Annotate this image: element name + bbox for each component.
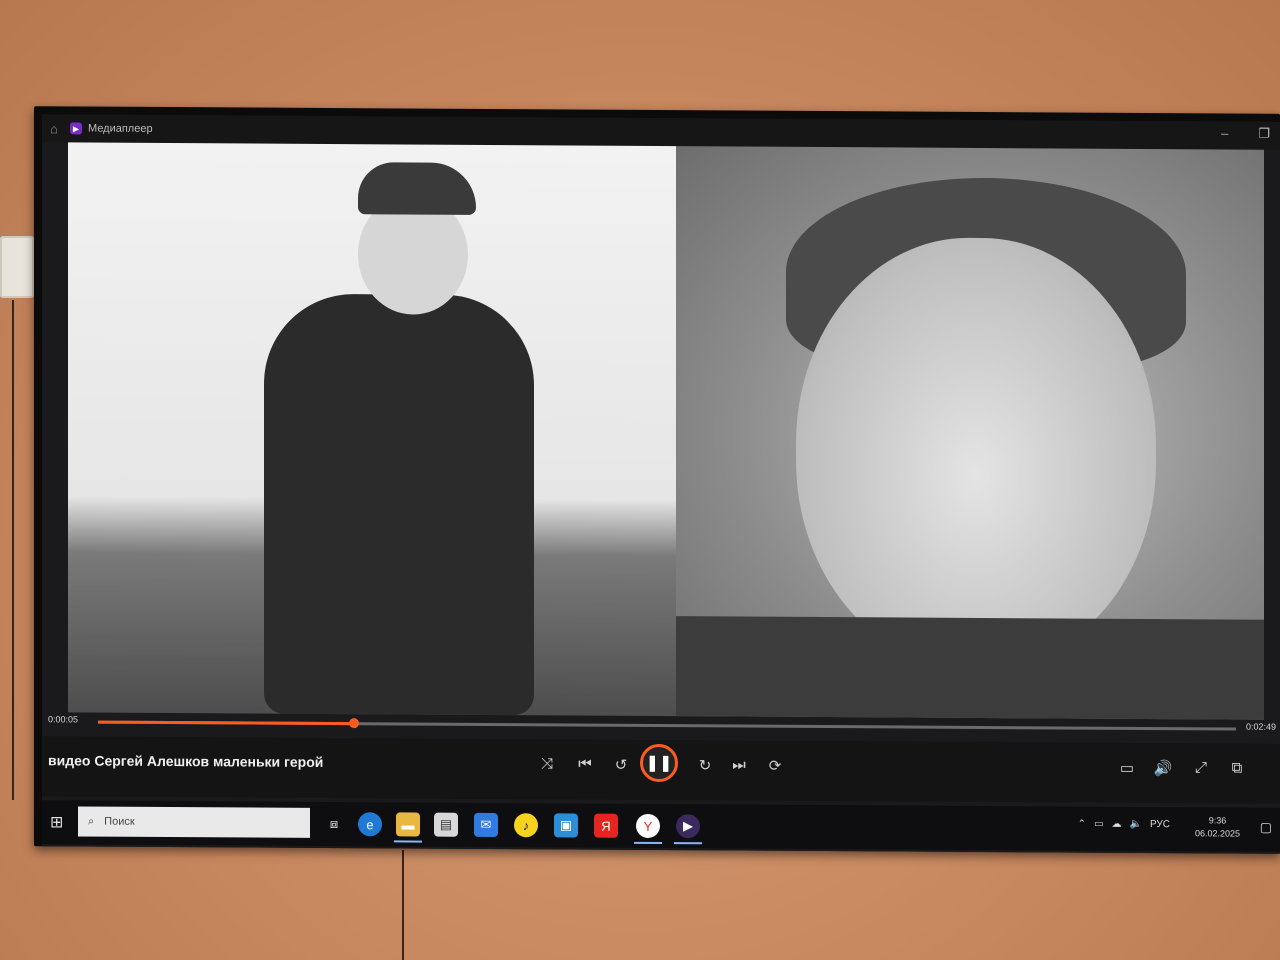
volume-tray-icon[interactable]: 🔈 [1130,819,1142,830]
subtitles-icon[interactable]: ▭ [1114,759,1140,777]
video-title: видео Сергей Алешков маленьки герой [48,752,324,770]
clock-date: 06.02.2025 [1194,828,1240,839]
store-icon[interactable]: ▣ [554,813,578,838]
boy-face [796,236,1156,670]
windows-start-icon[interactable]: ⊞ [50,812,63,832]
forward-30-icon[interactable]: ↻ [692,756,718,774]
window-controls: – ❐ [1221,125,1270,141]
yandex-music-icon[interactable]: ♪ [514,813,538,838]
app-title: Медиаплеер [88,122,153,135]
next-icon[interactable]: ⏭ [726,756,752,773]
cable [402,850,404,960]
yandex-icon[interactable]: Я [594,813,618,838]
minimize-icon[interactable]: – [1221,125,1228,141]
soldier-uniform [264,293,534,716]
shuffle-icon[interactable]: ⤨ [534,755,560,772]
repeat-icon[interactable]: ⟳ [762,757,788,775]
clock[interactable]: 9:36 06.02.2025 [1195,814,1240,840]
previous-icon[interactable]: ⏮ [572,755,598,773]
taskbar: ⊞ ⌕ Поиск ⧈ e ▬ ▤ ✉ ♪ ▣ Я Y ▶ ⌃ ▭ ☁ 🔈 РУ [42,800,1280,852]
tv-frame: ⌂ ▶ Медиаплеер – ❐ 0:00:05 0:02:49 видео… [34,106,1280,854]
wall-socket [0,236,34,298]
seek-thumb[interactable] [349,718,360,729]
uniform-collar [676,616,1264,720]
seek-bar-fill [98,720,355,726]
active-indicator [674,842,702,845]
edge-icon[interactable]: e [358,812,382,837]
language-indicator[interactable]: РУС [1150,819,1170,830]
elapsed-time: 0:00:05 [48,714,79,725]
volume-icon[interactable]: 🔊 [1150,759,1176,777]
onedrive-icon[interactable]: ☁ [1112,819,1122,830]
chevron-up-icon[interactable]: ⌃ [1078,819,1086,830]
total-duration: 0:02:49 [1245,721,1276,732]
pause-icon: ❚❚ [645,754,673,773]
mini-player-icon[interactable]: ⧉ [1224,759,1250,777]
media-player-logo-icon: ▶ [70,122,82,135]
task-view-icon[interactable]: ⧈ [322,812,346,836]
mail-icon[interactable]: ✉ [474,812,498,838]
pilotka-cap [358,162,476,215]
video-frame[interactable] [68,142,1264,720]
yandex-browser-icon[interactable]: Y [636,813,660,839]
active-indicator [394,840,422,843]
photo-boy-portrait [676,146,1264,720]
seek-bar[interactable] [98,718,1236,731]
media-player-icon[interactable]: ▶ [676,814,700,839]
fullscreen-icon[interactable]: ⤢ [1188,759,1214,776]
maximize-icon[interactable]: ❐ [1258,126,1270,142]
active-indicator [634,841,662,845]
search-placeholder: Поиск [104,815,135,828]
playback-controls: видео Сергей Алешков маленьки герой ⤨ ⏮ … [42,736,1280,804]
network-icon[interactable]: ▭ [1094,819,1103,830]
photo-boy-standing [68,142,676,717]
home-icon[interactable]: ⌂ [42,121,66,136]
clock-time: 9:36 [1208,815,1227,826]
screen: ⌂ ▶ Медиаплеер – ❐ 0:00:05 0:02:49 видео… [42,114,1280,854]
rewind-10-icon[interactable]: ↺ [608,756,634,774]
cable [12,300,14,800]
notifications-icon[interactable]: ▢ [1260,820,1272,836]
pause-button[interactable]: ❚❚ [640,743,678,783]
notes-icon[interactable]: ▤ [434,812,458,837]
search-box[interactable]: ⌕ Поиск [78,806,310,838]
explorer-icon[interactable]: ▬ [396,812,420,837]
search-icon: ⌕ [88,815,95,828]
system-tray: ⌃ ▭ ☁ 🔈 РУС [1078,819,1170,831]
